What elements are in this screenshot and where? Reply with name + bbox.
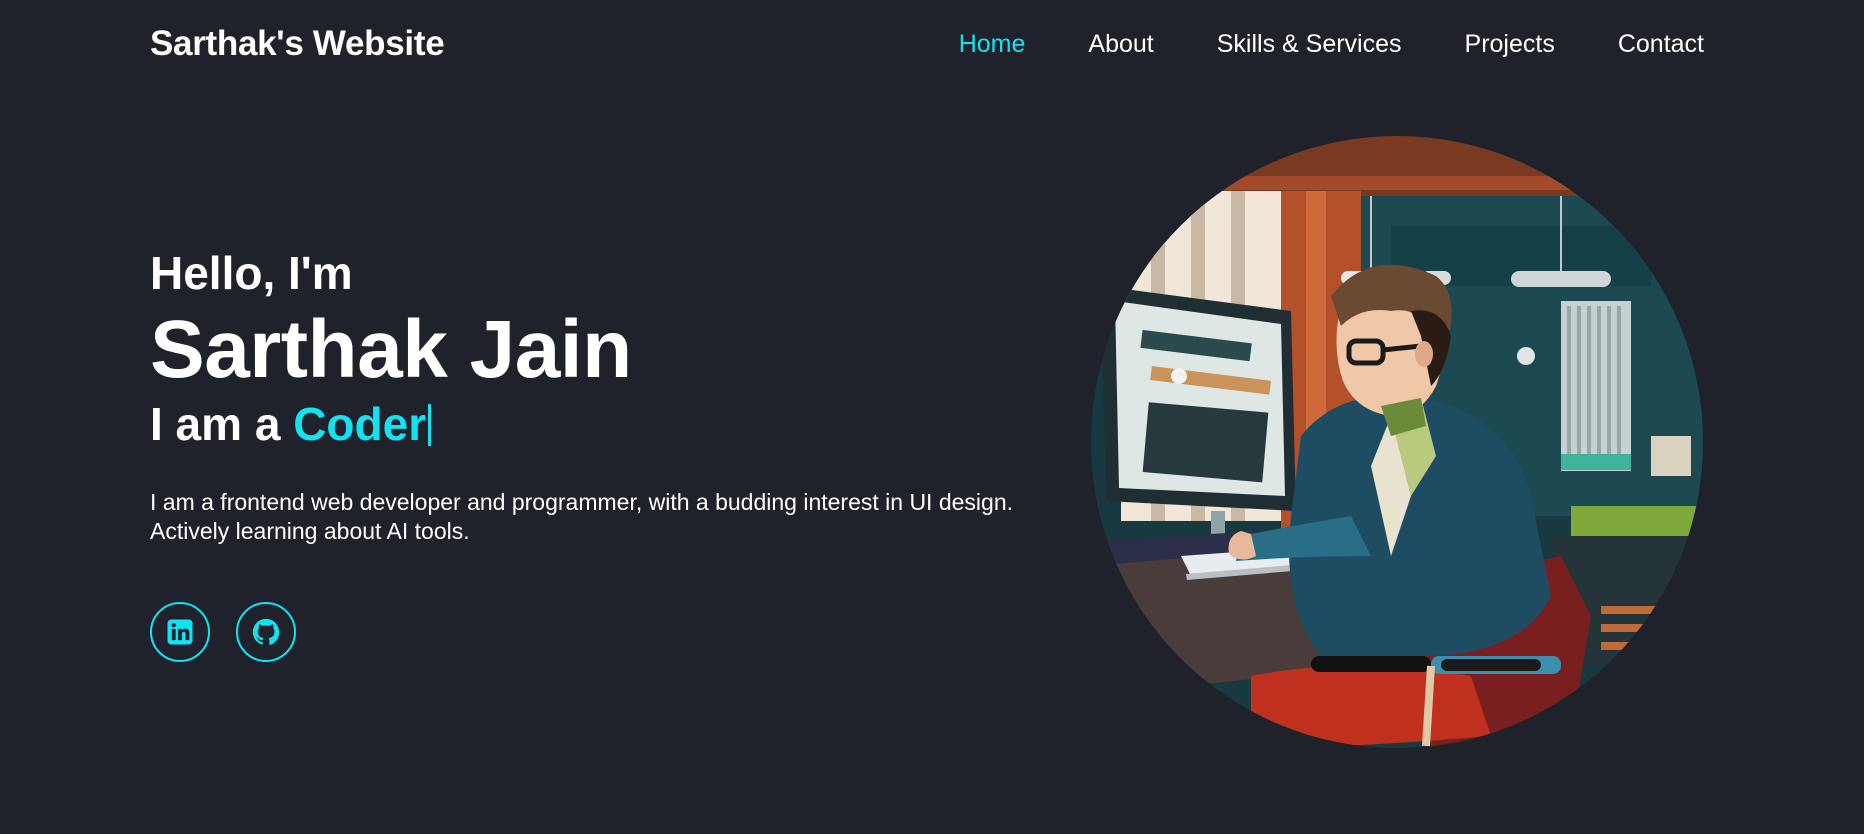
- nav-skills-services[interactable]: Skills & Services: [1217, 30, 1402, 59]
- description-line-2: Actively learning about AI tools.: [150, 518, 470, 544]
- linkedin-icon: [167, 619, 193, 645]
- coder-illustration-image: [1091, 136, 1703, 748]
- site-logo[interactable]: Sarthak's Website: [150, 24, 445, 64]
- github-button[interactable]: [236, 602, 296, 662]
- role-prefix: I am a: [150, 398, 294, 450]
- role-typed-word: Coder: [293, 398, 427, 450]
- hero-role: I am a Coder: [150, 394, 1080, 454]
- main-nav: Home About Skills & Services Projects Co…: [959, 30, 1704, 59]
- nav-projects[interactable]: Projects: [1465, 30, 1555, 59]
- site-header: Sarthak's Website Home About Skills & Se…: [0, 0, 1864, 92]
- nav-home[interactable]: Home: [959, 30, 1026, 59]
- linkedin-button[interactable]: [150, 602, 210, 662]
- hero-greeting: Hello, I'm: [150, 247, 353, 299]
- hero-description: I am a frontend web developer and progra…: [150, 488, 1080, 546]
- nav-contact[interactable]: Contact: [1618, 30, 1704, 59]
- github-icon: [252, 618, 280, 645]
- hero-name: Sarthak Jain: [150, 304, 632, 395]
- nav-about[interactable]: About: [1088, 30, 1153, 59]
- social-links: [150, 602, 296, 662]
- typing-cursor: [428, 404, 432, 446]
- description-line-1: I am a frontend web developer and progra…: [150, 489, 1013, 515]
- hero-illustration: [1091, 136, 1703, 748]
- hero-section: Hello, I'm Sarthak Jain I am a Coder I a…: [150, 245, 1080, 546]
